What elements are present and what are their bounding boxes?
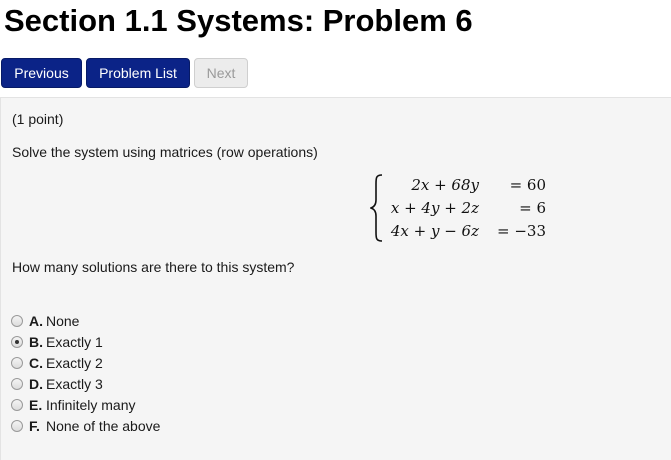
equation-row: 4x + y − 6z = −33 (386, 220, 546, 242)
question-text: How many solutions are there to this sys… (12, 259, 295, 275)
equation-system: 2x + 68y = 60 x + 4y + 2z = 6 4x + y − 6… (370, 174, 546, 242)
next-button: Next (194, 58, 248, 88)
option-c[interactable]: C. Exactly 2 (11, 353, 311, 374)
problem-prompt: Solve the system using matrices (row ope… (12, 144, 318, 160)
option-letter: A. (29, 313, 43, 329)
equation-rhs: = 60 (509, 176, 546, 194)
option-e[interactable]: E. Infinitely many (11, 395, 311, 416)
option-d[interactable]: D. Exactly 3 (11, 374, 311, 395)
equation-rhs: = 6 (519, 199, 546, 217)
option-label: Exactly 1 (46, 334, 103, 350)
option-b[interactable]: B. Exactly 1 (11, 332, 311, 353)
page-title: Section 1.1 Systems: Problem 6 (4, 3, 473, 38)
option-letter: C. (29, 355, 43, 371)
equation-lhs: x + 4y + 2z (390, 199, 479, 217)
radio-button-icon[interactable] (11, 357, 23, 369)
radio-button-icon[interactable] (11, 336, 23, 348)
previous-button[interactable]: Previous (1, 58, 82, 88)
equation-rhs: = −33 (497, 222, 546, 240)
left-brace-icon (370, 174, 383, 242)
radio-button-icon[interactable] (11, 420, 23, 432)
answer-options: A. None B. Exactly 1 C. Exactly 2 D. Exa… (11, 311, 311, 437)
problem-list-button[interactable]: Problem List (86, 58, 190, 88)
equation-row: x + 4y + 2z = 6 (386, 197, 546, 219)
option-letter: D. (29, 376, 43, 392)
points-label: (1 point) (12, 111, 64, 127)
radio-button-icon[interactable] (11, 399, 23, 411)
radio-button-icon[interactable] (11, 315, 23, 327)
option-a[interactable]: A. None (11, 311, 311, 332)
equation-row: 2x + 68y = 60 (386, 174, 546, 196)
option-letter: B. (29, 334, 43, 350)
radio-button-icon[interactable] (11, 378, 23, 390)
option-label: None of the above (46, 418, 161, 434)
equation-lhs: 2x + 68y (411, 176, 479, 194)
option-label: Exactly 3 (46, 376, 103, 392)
option-letter: E. (29, 397, 43, 413)
option-letter: F. (29, 418, 40, 434)
option-label: Exactly 2 (46, 355, 103, 371)
problem-panel: (1 point) Solve the system using matrice… (0, 97, 671, 460)
equation-lhs: 4x + y − 6z (390, 222, 479, 240)
option-label: Infinitely many (46, 397, 136, 413)
option-label: None (46, 313, 80, 329)
option-f[interactable]: F. None of the above (11, 416, 311, 437)
